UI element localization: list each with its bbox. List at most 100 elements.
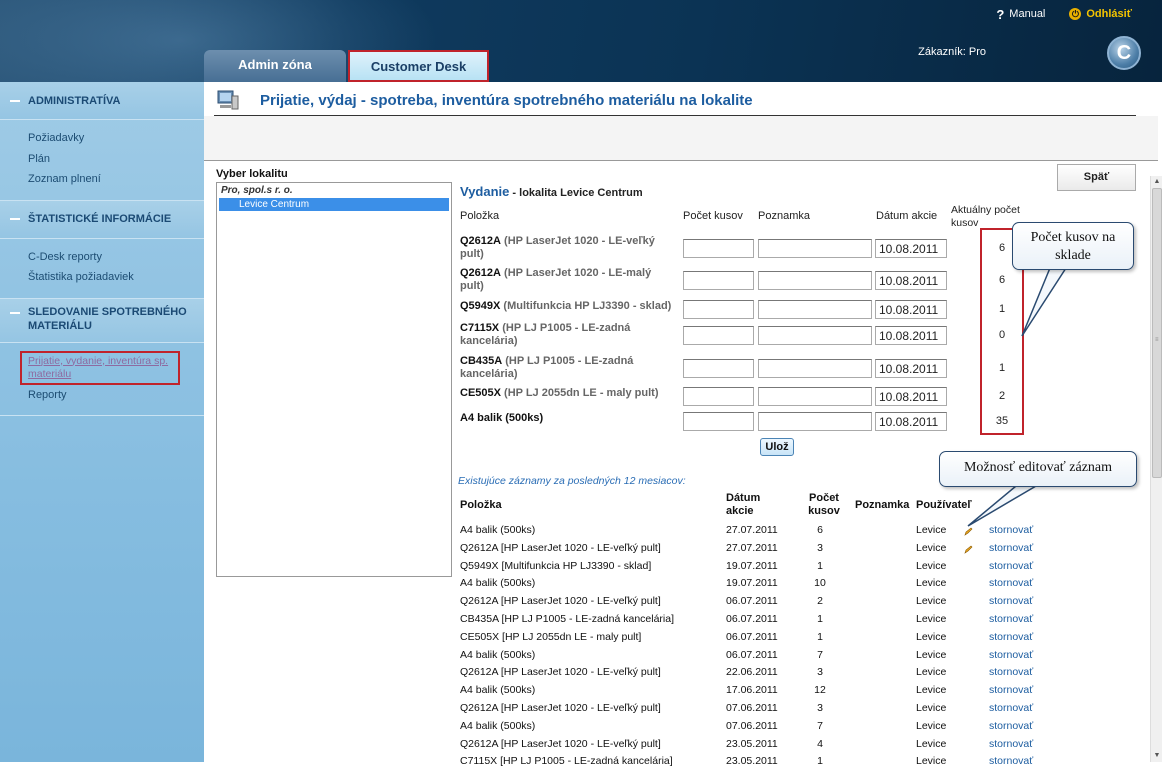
record-row: Q2612A [HP LaserJet 1020 - LE-veľký pult… [460, 595, 1060, 612]
stornovat-link[interactable]: stornovať [989, 542, 1033, 554]
record-user: Levice [916, 702, 947, 714]
date-input[interactable]: 10.08.2011 [875, 300, 947, 319]
stornovat-link[interactable]: stornovať [989, 684, 1033, 696]
quantity-input[interactable] [683, 359, 754, 378]
sidebar-section-header[interactable]: ŠTATISTICKÉ INFORMÁCIE [0, 200, 204, 239]
stornovat-link[interactable]: stornovať [989, 666, 1033, 678]
location-tree[interactable]: Pro, spol.s r. o. Levice Centrum [216, 182, 452, 577]
date-input[interactable]: 10.08.2011 [875, 239, 947, 258]
quantity-input[interactable] [683, 300, 754, 319]
logout-link[interactable]: ⏻ Odhlásiť [1069, 8, 1132, 20]
stornovat-link[interactable]: stornovať [989, 755, 1033, 767]
sidebar-item-prijatie-vydanie[interactable]: Prijatie, vydanie, inventúra sp. materiá… [20, 350, 180, 385]
save-button[interactable]: Ulož [760, 438, 794, 456]
sidebar-section-statisticke: ŠTATISTICKÉ INFORMÁCIE C-Desk reporty Št… [0, 200, 204, 299]
record-row: A4 balik (500ks) 19.07.2011 10 Levice storno… [460, 577, 1060, 594]
sidebar-section-header[interactable]: ADMINISTRATÍVA [0, 82, 204, 120]
stornovat-link[interactable]: stornovať [989, 595, 1033, 607]
record-date: 06.07.2011 [726, 595, 778, 608]
customer-info: Zákazník: Pro [918, 46, 986, 58]
sidebar-item-label-2: materiálu [28, 367, 72, 380]
record-qty: 7 [817, 648, 823, 661]
dash-icon [10, 99, 20, 102]
stornovat-link[interactable]: stornovať [989, 524, 1033, 536]
date-input[interactable]: 10.08.2011 [875, 387, 947, 406]
date-input[interactable]: 10.08.2011 [875, 359, 947, 378]
date-input[interactable]: 10.08.2011 [875, 326, 947, 345]
date-input[interactable]: 10.08.2011 [875, 412, 947, 431]
record-user: Levice [916, 648, 947, 661]
record-user: Levice [916, 524, 947, 536]
record-item: Q2612A [HP LaserJet 1020 - LE-veľký pult… [460, 702, 661, 714]
record-row: Q5949X [Multifunkcia HP LJ3390 - sklad] 1… [460, 560, 1060, 577]
note-input[interactable] [758, 300, 872, 319]
stornovat-link[interactable]: stornovať [989, 577, 1033, 589]
back-button[interactable]: Späť [1057, 164, 1136, 191]
quantity-input[interactable] [683, 412, 754, 431]
stornovat-link[interactable]: stornovať [989, 631, 1033, 643]
location-selected[interactable]: Levice Centrum [219, 198, 449, 211]
record-qty: 1 [817, 559, 823, 572]
sidebar-item-plan[interactable]: Plán [28, 149, 204, 170]
rec-col-polozka: Položka [460, 499, 502, 511]
rec-col-pouzivatel: Používateľ [916, 499, 972, 511]
note-input[interactable] [758, 387, 872, 406]
record-row: Q2612A [HP LaserJet 1020 - LE-veľký pult… [460, 738, 1060, 755]
record-user: Levice [916, 755, 947, 768]
stornovat-link[interactable]: stornovať [989, 560, 1033, 572]
rec-col-datum: Dátum akcie [726, 492, 761, 517]
record-date: 19.07.2011 [726, 559, 778, 572]
sidebar-item-statistika[interactable]: Štatistika požiadaviek [28, 267, 204, 288]
note-input[interactable] [758, 326, 872, 345]
vydanie-location: - lokalita Levice Centrum [509, 187, 643, 199]
record-row: CB435A [HP LJ P1005 - LE-zadná kancelári… [460, 613, 1060, 630]
note-input[interactable] [758, 271, 872, 290]
edit-pencil-icon[interactable] [964, 545, 973, 554]
sidebar-item-zoznam-plneni[interactable]: Zoznam plnení [28, 169, 204, 190]
quantity-input[interactable] [683, 387, 754, 406]
sidebar-section-administrativa: ADMINISTRATÍVA Požiadavky Plán Zoznam pl… [0, 82, 204, 201]
record-qty: 1 [817, 613, 823, 625]
quantity-input[interactable] [683, 326, 754, 345]
tab-customer-desk[interactable]: Customer Desk [348, 50, 489, 82]
sidebar-item-poziadavky[interactable]: Požiadavky [28, 128, 204, 149]
record-item: A4 balik (500ks) [460, 524, 536, 536]
dash-icon [10, 311, 20, 314]
record-qty: 6 [817, 524, 823, 536]
section-title: ADMINISTRATÍVA [28, 94, 121, 107]
note-input[interactable] [758, 239, 872, 258]
stornovat-link[interactable]: stornovať [989, 613, 1033, 625]
record-date: 06.07.2011 [726, 613, 778, 625]
location-parent[interactable]: Pro, spol.s r. o. [217, 183, 451, 198]
existing-records-title: Existujúce záznamy za posledných 12 mesi… [458, 475, 686, 487]
date-input[interactable]: 10.08.2011 [875, 271, 947, 290]
manual-link[interactable]: ? Manual [996, 7, 1045, 22]
sidebar-item-cdesk-reporty[interactable]: C-Desk reporty [28, 247, 204, 268]
quantity-input[interactable] [683, 271, 754, 290]
customer-prefix: Zákazník: [918, 46, 966, 58]
record-user: Levice [916, 719, 947, 732]
sidebar-section-header[interactable]: SLEDOVANIE SPOTREBNÉHO MATERIÁLU [0, 298, 204, 343]
stornovat-link[interactable]: stornovať [989, 738, 1033, 750]
quantity-input[interactable] [683, 239, 754, 258]
scrollbar[interactable]: ▲ ≡ ▼ [1150, 176, 1162, 762]
stornovat-link[interactable]: stornovať [989, 649, 1033, 661]
note-input[interactable] [758, 412, 872, 431]
dash-icon [10, 218, 20, 220]
edit-pencil-icon[interactable] [964, 527, 973, 536]
note-input[interactable] [758, 359, 872, 378]
vydanie-title: Vydanie - lokalita Levice Centrum [460, 184, 643, 199]
record-qty: 3 [817, 666, 823, 679]
scroll-thumb[interactable]: ≡ [1152, 188, 1162, 478]
record-qty: 1 [817, 630, 823, 643]
item-name: Q5949X (Multifunkcia HP LJ3390 - sklad) [460, 300, 672, 312]
stornovat-link[interactable]: stornovať [989, 720, 1033, 732]
tab-admin-zona[interactable]: Admin zóna [204, 50, 346, 82]
scroll-up-icon[interactable]: ▲ [1151, 176, 1162, 188]
sidebar-item-reporty[interactable]: Reporty [28, 385, 204, 406]
stornovat-link[interactable]: stornovať [989, 702, 1033, 714]
scroll-down-icon[interactable]: ▼ [1151, 750, 1162, 762]
record-user: Levice [916, 666, 947, 679]
record-item: Q5949X [Multifunkcia HP LJ3390 - sklad] [460, 559, 652, 572]
record-item: Q2612A [HP LaserJet 1020 - LE-veľký pult… [460, 541, 661, 554]
